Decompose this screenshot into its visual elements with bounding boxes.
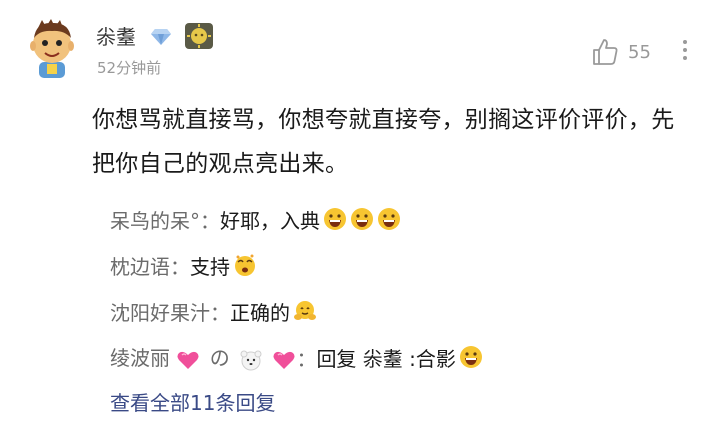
grin-emoji-icon — [459, 345, 483, 369]
comment-timestamp: 52分钟前 — [97, 59, 162, 77]
reply-author[interactable]: 绫波丽 の — [110, 342, 296, 372]
username[interactable]: 尜耋 — [96, 24, 136, 50]
reply-author[interactable]: 呆鸟的呆° — [110, 205, 200, 234]
reply-colon: ： — [200, 208, 220, 233]
grin-emoji-icon — [323, 207, 347, 231]
pink-heart-icon — [176, 348, 200, 372]
reply-text: 回复 尜耋 :合影 — [316, 346, 456, 371]
like-count: 55 — [628, 41, 651, 63]
replies-panel: 呆鸟的呆° ： 好耶，入典 枕边语 ： 支持 沈阳好果汁 ： 正确的 绫波丽 の… — [98, 196, 698, 426]
diamond-badge-icon — [150, 28, 172, 46]
grin-emoji-icon — [350, 207, 374, 231]
reply-author[interactable]: 枕边语 — [110, 251, 170, 280]
reply-item[interactable]: 绫波丽 の ： 回复 尜耋 :合影 — [110, 340, 483, 374]
reply-colon: ： — [210, 300, 230, 325]
reply-text: 支持 — [190, 254, 230, 279]
dizzy-emoji-icon — [233, 253, 257, 277]
reply-colon: ： — [170, 254, 190, 279]
reply-item[interactable]: 枕边语 ： 支持 — [110, 248, 257, 282]
avatar[interactable] — [26, 18, 78, 80]
reply-item[interactable]: 呆鸟的呆° ： 好耶，入典 — [110, 202, 401, 236]
more-options-icon[interactable] — [674, 36, 696, 70]
pink-heart-icon — [272, 348, 296, 372]
level-badge-icon — [184, 22, 214, 50]
hug-emoji-icon — [293, 299, 317, 323]
reply-text: 正确的 — [230, 300, 290, 325]
view-all-replies-link[interactable]: 查看全部11条回复 — [110, 386, 275, 420]
reply-colon: ： — [296, 346, 317, 371]
comment-screen: 尜耋 52分钟前 55 你想骂就直接骂，你想夸就直接夸，别搁这评价评价，先把你自… — [0, 0, 720, 437]
thumbs-up-icon — [593, 39, 618, 65]
like-button[interactable]: 55 — [590, 36, 651, 68]
reply-item[interactable]: 沈阳好果汁 ： 正确的 — [110, 294, 317, 328]
reply-text: 好耶，入典 — [220, 208, 320, 233]
grin-emoji-icon — [377, 207, 401, 231]
reply-author[interactable]: 沈阳好果汁 — [110, 297, 210, 326]
white-bear-icon — [239, 348, 263, 372]
comment-text: 你想骂就直接骂，你想夸就直接夸，别搁这评价评价，先把你自己的观点亮出来。 — [92, 107, 675, 177]
